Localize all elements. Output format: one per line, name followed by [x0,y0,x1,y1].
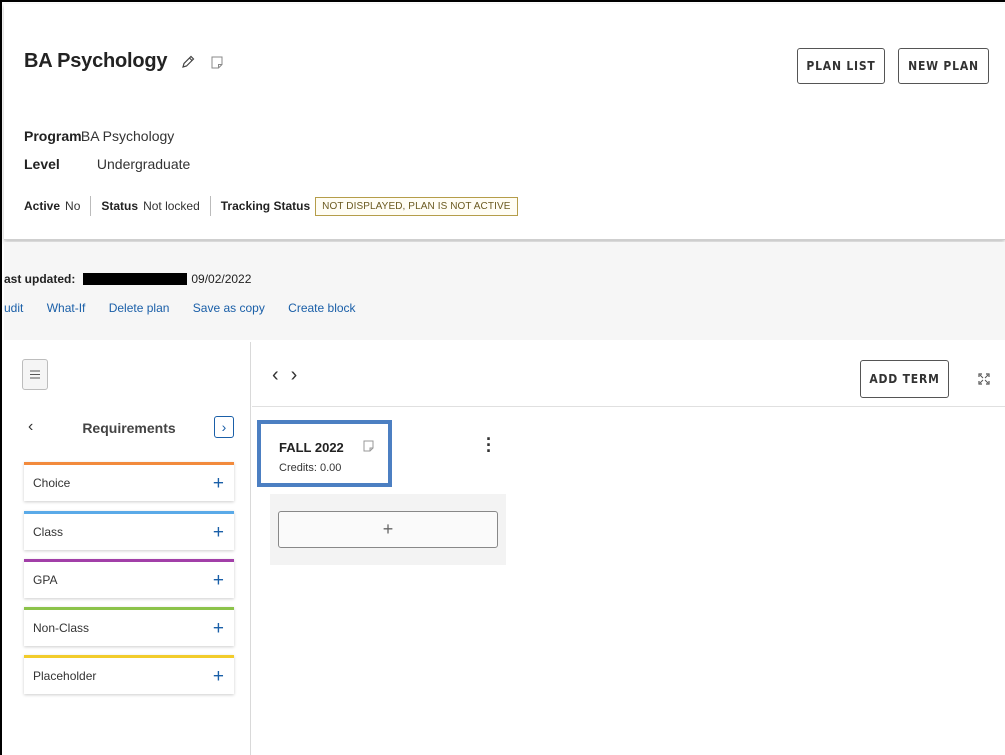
audit-link[interactable]: udit [4,301,23,315]
what-if-link[interactable]: What-If [47,301,86,315]
requirement-gpa[interactable]: GPA + [24,559,234,598]
plus-icon[interactable]: + [213,571,224,590]
requirement-placeholder[interactable]: Placeholder + [24,655,234,694]
term-credits: Credits: 0.00 [279,462,342,474]
terms-area: ‹› ADD TERM FALL 2022 Credits: 0.00 · · · … [252,342,1005,755]
expand-icon[interactable] [978,373,990,385]
delete-plan-link[interactable]: Delete plan [109,301,170,315]
pencil-icon[interactable] [180,54,196,70]
add-course-button[interactable]: + [278,511,498,548]
level-label: Level [24,156,60,172]
requirement-label: Class [33,525,64,539]
chevron-right-icon[interactable]: › [214,416,234,438]
plus-icon[interactable]: + [213,619,224,638]
more-vertical-icon[interactable]: · · · [484,430,494,460]
plus-icon[interactable]: + [213,523,224,542]
chevron-left-icon[interactable]: ‹ [272,364,291,386]
program-label: Program [24,128,82,144]
requirements-header: ‹ Requirements › [24,416,234,442]
status-row: Active No Status Not locked Tracking Sta… [24,194,518,218]
plan-meta-strip: ast updated: 09/02/2022 udit What-If Dele… [4,242,1005,340]
menu-button[interactable] [22,359,48,390]
last-updated: ast updated: 09/02/2022 [4,272,251,286]
program-row: Program BA Psychology [24,128,174,144]
requirement-label: Choice [33,476,71,490]
requirement-label: GPA [33,573,58,587]
status-value: Not locked [143,199,200,213]
requirement-class[interactable]: Class + [24,511,234,550]
divider [252,406,1005,407]
requirements-title: Requirements [82,420,176,436]
level-value: Undergraduate [96,156,191,172]
divider [209,196,211,216]
app-frame: BA Psychology PLAN LIST NEW PLAN Program… [0,0,1005,755]
divider [90,196,92,216]
note-icon[interactable] [363,440,374,452]
term-course-zone: + [270,494,506,565]
tracking-status-label: Tracking Status [220,199,311,213]
tracking-status-badge: NOT DISPLAYED, PLAN IS NOT ACTIVE [315,196,518,216]
requirement-non-class[interactable]: Non-Class + [24,607,234,646]
active-label: Active [24,199,61,213]
plan-header-card: BA Psychology PLAN LIST NEW PLAN Program… [4,4,1005,240]
active-value: No [65,199,81,213]
requirement-choice[interactable]: Choice + [24,462,234,501]
term-title: FALL 2022 [279,440,344,455]
term-navigation: ‹› [272,364,309,387]
plus-icon[interactable]: + [213,667,224,686]
add-term-button[interactable]: ADD TERM [860,360,949,398]
chevron-right-icon[interactable]: › [291,364,310,386]
plus-icon[interactable]: + [213,474,224,493]
last-updated-label: ast updated: [4,272,76,286]
redacted-name [83,273,188,285]
level-row: Level Undergraduate [24,156,190,172]
plan-list-button[interactable]: PLAN LIST [797,48,885,84]
note-icon[interactable] [211,56,223,69]
requirement-label: Placeholder [33,669,97,683]
last-updated-date: 09/02/2022 [191,272,252,286]
new-plan-button[interactable]: NEW PLAN [898,48,989,84]
program-value: BA Psychology [80,128,175,144]
status-label: Status [101,199,139,213]
plan-title: BA Psychology [24,50,168,72]
hamburger-icon [30,370,40,379]
plan-actions: udit What-If Delete plan Save as copy Cr… [4,301,376,315]
requirements-panel: ‹ Requirements › Choice + Class + GPA + … [4,342,251,755]
save-as-copy-link[interactable]: Save as copy [193,301,265,315]
requirement-label: Non-Class [33,621,90,635]
create-block-link[interactable]: Create block [288,301,355,315]
